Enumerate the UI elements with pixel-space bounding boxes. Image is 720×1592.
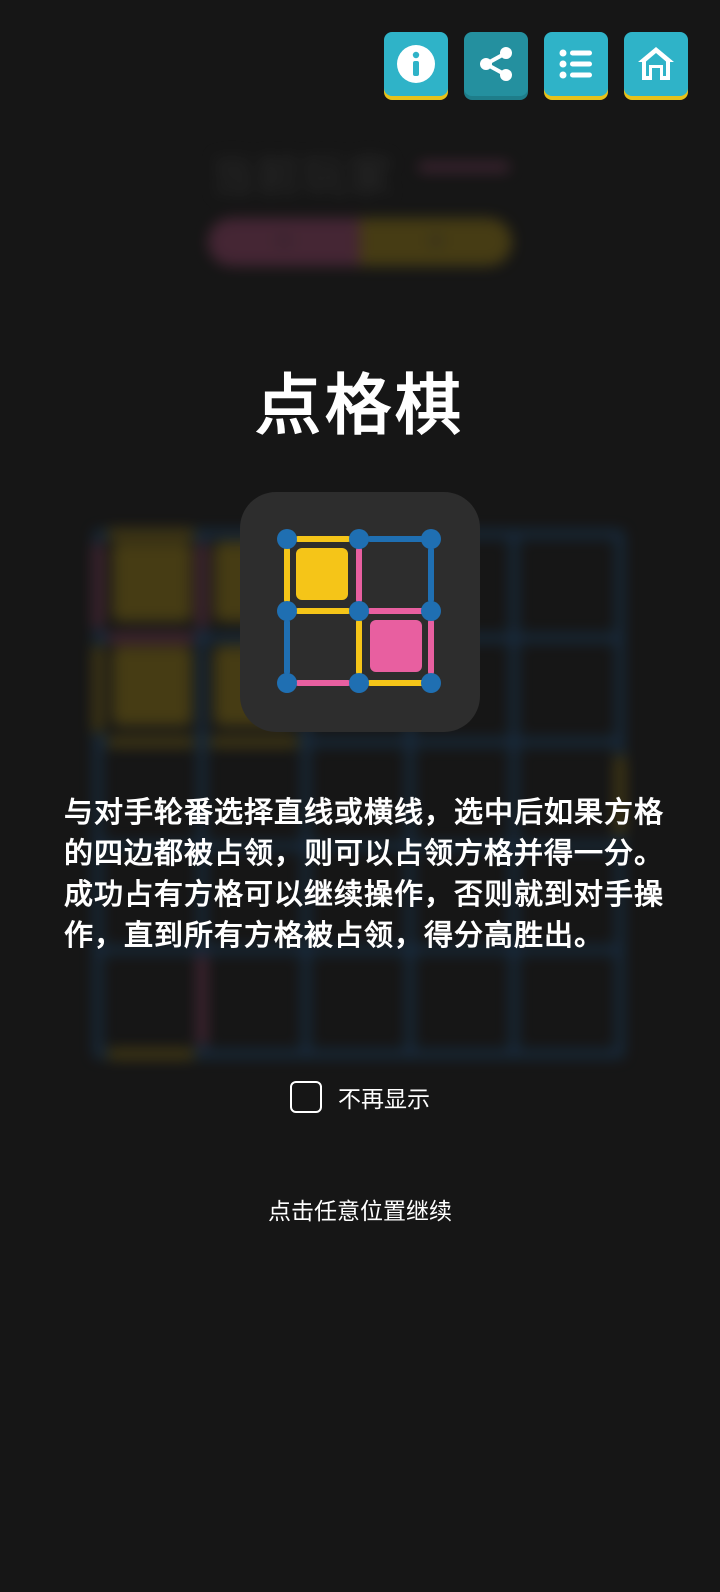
game-title: 点格棋	[255, 367, 465, 444]
info-icon	[397, 45, 435, 83]
home-button[interactable]	[624, 32, 688, 96]
home-icon	[638, 47, 674, 80]
game-logo	[240, 492, 480, 732]
share-icon	[480, 47, 512, 81]
list-icon	[559, 49, 592, 79]
share-button[interactable]	[464, 32, 528, 96]
dots-and-boxes-logo-icon	[277, 529, 441, 693]
info-button[interactable]	[384, 32, 448, 96]
dont-show-again-label: 不再显示	[338, 1087, 430, 1113]
list-button[interactable]	[544, 32, 608, 96]
rules-description: 与对手轮番选择直线或横线，选中后如果方格的四边都被占领，则可以占领方格并得一分。…	[64, 795, 665, 952]
top-toolbar	[384, 32, 688, 96]
dont-show-again-checkbox[interactable]	[290, 1081, 322, 1113]
dont-show-again-option[interactable]: 不再显示	[290, 1080, 430, 1114]
tap-to-continue-hint: 点击任意位置继续	[268, 1199, 452, 1225]
